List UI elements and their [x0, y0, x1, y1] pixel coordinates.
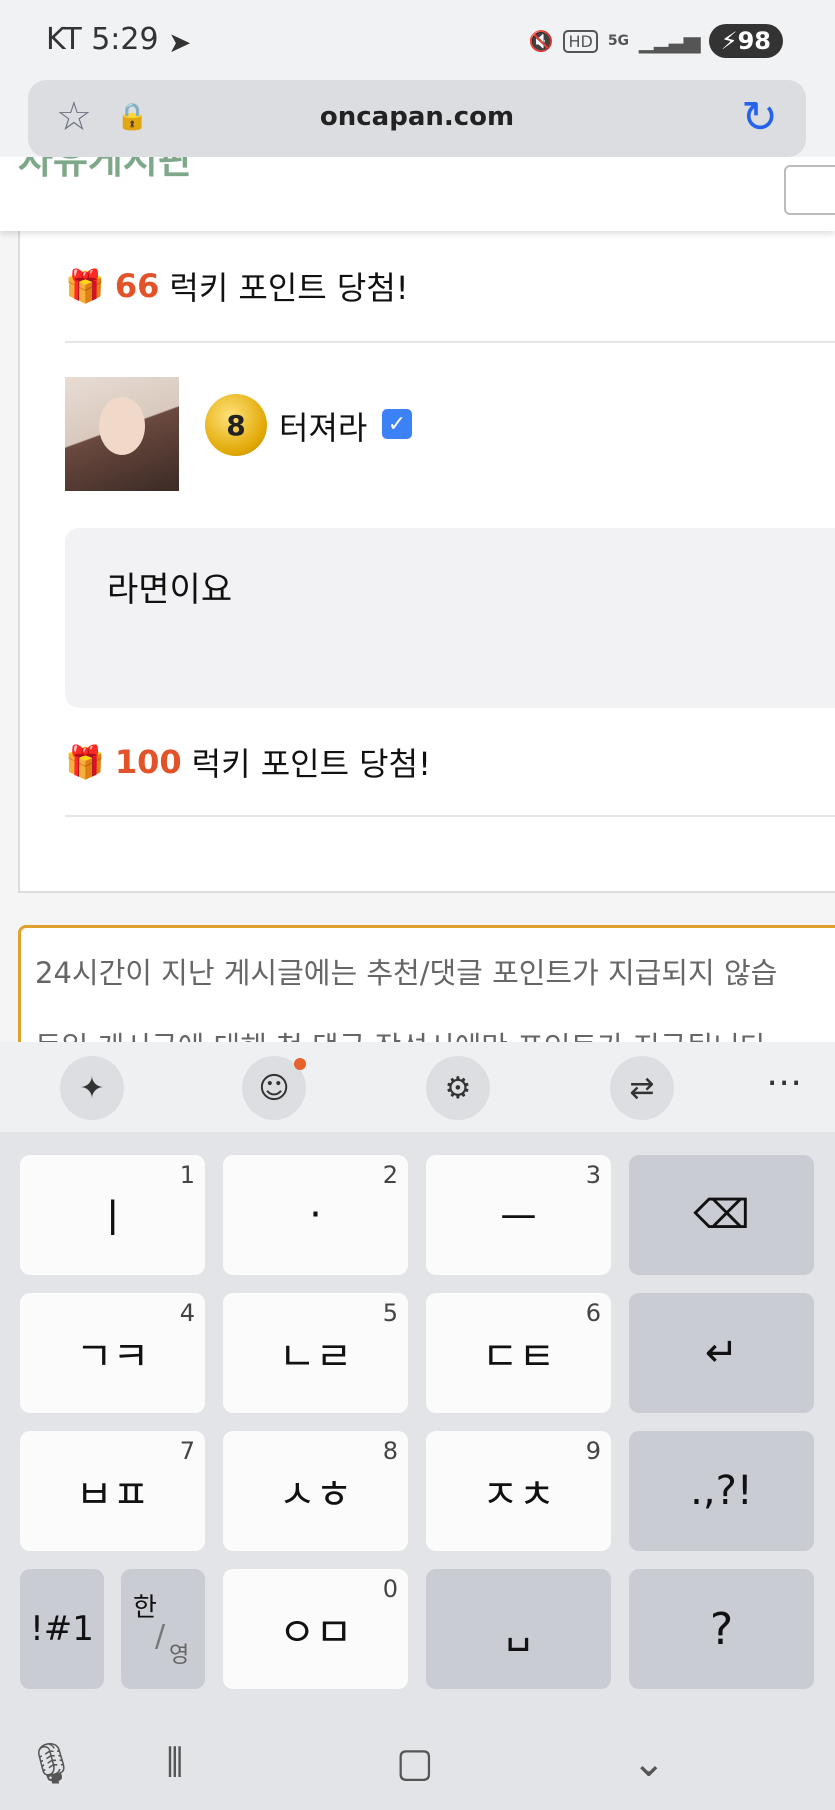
more-icon[interactable]: ⋯ — [766, 1062, 802, 1103]
gift-icon: 🎁 — [65, 743, 105, 781]
enter-icon: ↵ — [704, 1330, 739, 1376]
avatar[interactable] — [65, 377, 179, 491]
sticky-board-header: 자유게시판 — [0, 157, 835, 231]
mute-icon: 🔇 — [528, 29, 554, 53]
verified-check-icon: ✓ — [382, 409, 412, 439]
lucky-points-notice: 🎁 66 럭키 포인트 당첨! — [65, 263, 409, 309]
reload-icon[interactable]: ↻ — [741, 92, 778, 143]
punctuation-key[interactable]: .,?! — [629, 1431, 814, 1551]
key-ieung[interactable]: ㅇㅁ 0 — [223, 1569, 408, 1689]
notice-line-2: 동일 게시글에 대해 첫 댓글 작성시에만 포인트가 지급됩니다 — [35, 1024, 767, 1042]
address-bar[interactable]: ☆ 🔒 oncapan.com ↻ — [28, 80, 806, 157]
space-icon: ␣ — [505, 1606, 532, 1652]
key-jieut[interactable]: ㅈㅊ 9 — [426, 1431, 611, 1551]
key-vowel-dot[interactable]: · 2 — [223, 1155, 408, 1275]
language-switch-key[interactable]: 한 / 영 — [121, 1569, 205, 1689]
web-page: 🎁 66 럭키 포인트 당첨! 8 터져라 ✓ 라면이요 🎁 100 럭키 포인… — [0, 157, 835, 1042]
board-title[interactable]: 자유게시판 — [18, 157, 193, 184]
header-control[interactable] — [784, 165, 835, 215]
notice-line-1: 24시간이 지난 게시글에는 추천/댓글 포인트가 지급되지 않습 — [35, 956, 778, 990]
signal-icon: ▁▂▃▅ — [639, 28, 701, 54]
carrier-time: KT 5:29 — [46, 22, 159, 57]
comment-text: 라면이요 — [107, 570, 233, 610]
url-text[interactable]: oncapan.com — [28, 102, 806, 132]
comment-author[interactable]: 터져라 — [279, 403, 367, 449]
lucky-points-notice: 🎁 100 럭키 포인트 당첨! — [65, 739, 431, 785]
keyboard-toolbar: ✦ ☺ ⚙ ⇄ ⋯ — [0, 1042, 835, 1132]
space-key[interactable]: ␣ — [426, 1569, 611, 1689]
battery-icon: ⚡98 — [708, 24, 783, 58]
question-key[interactable]: ? — [629, 1569, 814, 1689]
battery-level: 98 — [737, 27, 771, 55]
key-siot[interactable]: ㅅㅎ 8 — [223, 1431, 408, 1551]
points-notice-box: 24시간이 지난 게시글에는 추천/댓글 포인트가 지급되지 않습 동일 게시글… — [18, 925, 835, 1042]
lucky-points-value: 100 — [114, 743, 182, 781]
backspace-icon: ⌫ — [693, 1192, 750, 1238]
telegram-icon: ➤ — [168, 26, 192, 59]
system-nav-bar: 🎙 ⦀ ▢ ⌄ — [0, 1722, 835, 1810]
comment-body: 라면이요 — [65, 528, 835, 708]
comment-list: 🎁 66 럭키 포인트 당첨! 8 터져라 ✓ 라면이요 🎁 100 럭키 포인… — [18, 231, 835, 893]
microphone-icon[interactable]: 🎙 — [26, 1740, 77, 1787]
backspace-key[interactable]: ⌫ — [629, 1155, 814, 1275]
hd-icon: HD — [563, 29, 598, 53]
network-icon: 5G — [607, 33, 630, 49]
status-icons: 🔇 HD 5G ▁▂▃▅ ⚡98 — [529, 24, 783, 58]
lucky-points-label: 럭키 포인트 당첨! — [191, 745, 431, 783]
divider — [65, 341, 835, 343]
symbols-key[interactable]: !#1 — [20, 1569, 104, 1689]
lucky-points-value: 66 — [114, 267, 160, 305]
level-badge: 8 — [205, 394, 267, 456]
key-nieun[interactable]: ㄴㄹ 5 — [223, 1293, 408, 1413]
gift-icon: 🎁 — [65, 267, 105, 305]
key-digeut[interactable]: ㄷㅌ 6 — [426, 1293, 611, 1413]
key-vowel-i[interactable]: ㅣ1 — [20, 1155, 205, 1275]
settings-gear-icon[interactable]: ⚙ — [426, 1056, 490, 1120]
enter-key[interactable]: ↵ — [629, 1293, 814, 1413]
key-vowel-eu[interactable]: ㅡ3 — [426, 1155, 611, 1275]
translate-icon[interactable]: ⇄ — [610, 1056, 674, 1120]
keyboard: ✦ ☺ ⚙ ⇄ ⋯ ㅣ1 · 2 ㅡ3 ⌫ ㄱㅋ 4 ㄴㄹ 5 ㄷㅌ 6 ↵ ㅂㅍ 7 ㅅ… — [0, 1042, 835, 1810]
notification-dot — [294, 1058, 306, 1070]
divider — [65, 815, 835, 817]
status-bar: KT 5:29 ➤ 🔇 HD 5G ▁▂▃▅ ⚡98 — [0, 0, 835, 80]
home-icon[interactable]: ▢ — [396, 1740, 434, 1786]
key-giyeok[interactable]: ㄱㅋ 4 — [20, 1293, 205, 1413]
ai-sparkle-icon[interactable]: ✦ — [60, 1056, 124, 1120]
key-bieup[interactable]: ㅂㅍ 7 — [20, 1431, 205, 1551]
recent-apps-icon[interactable]: ⦀ — [166, 1740, 184, 1786]
avatar-face — [99, 397, 145, 455]
lucky-points-label: 럭키 포인트 당첨! — [169, 269, 409, 307]
hide-keyboard-chevron-down-icon[interactable]: ⌄ — [632, 1740, 666, 1786]
